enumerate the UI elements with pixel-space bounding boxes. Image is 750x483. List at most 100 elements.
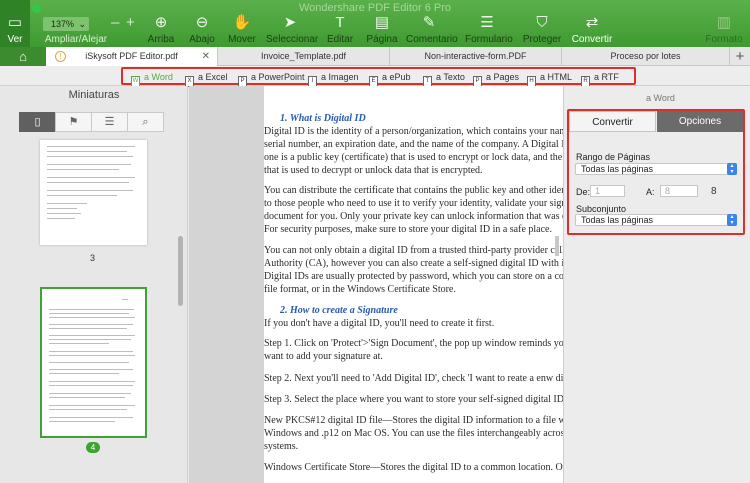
- format-powerpoint[interactable]: Pa PowerPoint: [238, 70, 305, 87]
- tab-invoice[interactable]: Invoice_Template.pdf: [218, 47, 390, 66]
- format-button[interactable]: ▥ Formato: [704, 14, 744, 45]
- paragraph-line: You can not only obtain a digital ID fro…: [264, 245, 563, 256]
- format-text[interactable]: Ta Texto: [423, 70, 465, 87]
- select-button[interactable]: ➤ Seleccionar: [266, 14, 319, 45]
- up-button[interactable]: ⊕ Arriba: [146, 14, 176, 45]
- format-image[interactable]: Ia Imagen: [308, 70, 359, 87]
- format-pages[interactable]: Pa Pages: [473, 70, 519, 87]
- tab-bookmarks[interactable]: ⚑: [55, 112, 92, 132]
- list-icon: ☰: [104, 116, 115, 128]
- thumb-line: [47, 208, 77, 209]
- tab-outline[interactable]: ☰: [91, 112, 128, 132]
- format-word-label: a Word: [144, 72, 173, 82]
- form-button[interactable]: ☰ Formulario: [465, 14, 513, 45]
- thumb-line: [49, 362, 129, 363]
- close-icon[interactable]: ✕: [202, 47, 210, 66]
- protect-button[interactable]: ⛉ Proteger: [522, 14, 562, 45]
- zoom-in-button[interactable]: +: [126, 14, 135, 31]
- format-html[interactable]: Ha HTML: [527, 70, 573, 87]
- thumb-line: [49, 328, 127, 329]
- thumb-line: [47, 190, 133, 191]
- paragraph-line: Authority (CA), however you can also cre…: [264, 258, 563, 269]
- tab-opciones[interactable]: Opciones: [657, 111, 743, 132]
- document-page: 1. What is Digital ID Digital ID is the …: [264, 86, 563, 483]
- total-pages: 8: [711, 186, 717, 197]
- comment-button[interactable]: ✎ Comentario: [406, 14, 458, 45]
- subset-select[interactable]: Todas las páginas ▴ ▾: [575, 214, 737, 226]
- to-input[interactable]: 8: [660, 185, 698, 197]
- thumb-line: [47, 203, 87, 204]
- bookmark-icon: ⚑: [68, 116, 79, 128]
- document-scrollbar[interactable]: [555, 236, 559, 256]
- page-thumbnail-3[interactable]: [40, 140, 147, 245]
- zoom-select[interactable]: 137% ⌄: [43, 17, 89, 31]
- thumb-line: [47, 169, 119, 170]
- home-icon: ⌂: [19, 49, 27, 64]
- format-html-label: a HTML: [540, 72, 573, 82]
- format-excel[interactable]: Xa Excel: [185, 70, 228, 87]
- new-tab-button[interactable]: +: [730, 47, 750, 66]
- edit-label: Editar: [326, 34, 354, 45]
- up-label: Arriba: [147, 34, 175, 45]
- view-button[interactable]: ▭ Ver: [0, 0, 30, 47]
- thumb-line: [49, 385, 133, 386]
- form-icon: ☰: [480, 14, 494, 31]
- format-word[interactable]: Wa Word: [131, 70, 173, 87]
- convert-button[interactable]: ⇄ Convertir: [571, 14, 613, 45]
- paragraph-line: one is a public key (certificate) that i…: [264, 152, 563, 163]
- down-button[interactable]: ⊖ Abajo: [187, 14, 217, 45]
- format-image-label: a Imagen: [321, 72, 359, 82]
- tab-convertir[interactable]: Convertir: [569, 111, 656, 132]
- tab-search[interactable]: ⌕: [127, 112, 164, 132]
- paragraph-line: serial number, an expiration date, and t…: [264, 139, 563, 150]
- subset-label: Subconjunto: [576, 204, 627, 214]
- convert-label: Convertir: [571, 34, 613, 45]
- tab-non-interactive-label: Non-interactive-form.PDF: [424, 51, 527, 61]
- zoom-label: Ampliar/Alejar: [32, 34, 120, 45]
- move-button[interactable]: ✋ Mover: [226, 14, 258, 45]
- paragraph-line: For security purposes, make sure to stor…: [264, 224, 552, 235]
- zoom-value: 137%: [51, 19, 75, 29]
- zoom-out-button[interactable]: –: [111, 14, 119, 31]
- chevron-updown-icon: ▴ ▾: [727, 163, 737, 175]
- page-icon: ▤: [374, 14, 390, 31]
- thumb-line: [49, 317, 135, 318]
- format-text-label: a Texto: [436, 72, 465, 82]
- range-select[interactable]: Todas las páginas ▴ ▾: [575, 163, 737, 175]
- edit-button[interactable]: T Editar: [324, 14, 356, 45]
- thumb-line: [49, 351, 133, 352]
- thumb-line: [49, 421, 115, 422]
- comment-icon: ✎: [422, 14, 436, 31]
- search-icon: ⌕: [142, 116, 149, 128]
- tab-thumbnails[interactable]: ▯: [19, 112, 56, 132]
- tab-non-interactive[interactable]: Non-interactive-form.PDF: [390, 47, 562, 66]
- comment-label: Comentario: [406, 34, 458, 45]
- down-label: Abajo: [189, 34, 215, 45]
- thumb-line: [49, 369, 133, 370]
- from-input[interactable]: 1: [590, 185, 625, 197]
- thumb-line: [122, 299, 128, 300]
- paragraph-line: Windows and .p12 on Mac OS. You can use …: [264, 428, 563, 439]
- thumb-line: [49, 335, 135, 336]
- page-button[interactable]: ▤ Página: [366, 14, 398, 45]
- select-label: Seleccionar: [266, 34, 319, 45]
- tab-iskysoft[interactable]: ! iSkysoft PDF Editor.pdf ✕: [46, 47, 218, 66]
- thumb-line: [47, 156, 133, 157]
- format-rtf[interactable]: Ra RTF: [581, 70, 619, 87]
- page-thumbnail-4[interactable]: [40, 287, 147, 438]
- tab-batch[interactable]: Proceso por lotes: [562, 47, 730, 66]
- paragraph-line: New PKCS#12 digital ID file—Stores the d…: [264, 415, 563, 426]
- sidebar-scrollbar[interactable]: [178, 236, 183, 306]
- format-rtf-label: a RTF: [594, 72, 619, 82]
- heading-create-signature: 2. How to create a Signature: [280, 305, 398, 316]
- format-epub[interactable]: Ea ePub: [369, 70, 411, 87]
- tab-iskysoft-label: iSkysoft PDF Editor.pdf: [85, 51, 178, 61]
- form-label: Formulario: [465, 34, 513, 45]
- home-tab[interactable]: ⌂: [0, 47, 46, 66]
- thumb-line: [47, 146, 135, 147]
- sidebar-tabs: ▯ ⚑ ☰ ⌕: [19, 112, 165, 132]
- thumb-line: [49, 313, 129, 314]
- thumb-line: [47, 218, 75, 219]
- paragraph-line: Digital ID is the identity of a person/o…: [264, 126, 563, 137]
- page-number-4: 4: [86, 442, 100, 453]
